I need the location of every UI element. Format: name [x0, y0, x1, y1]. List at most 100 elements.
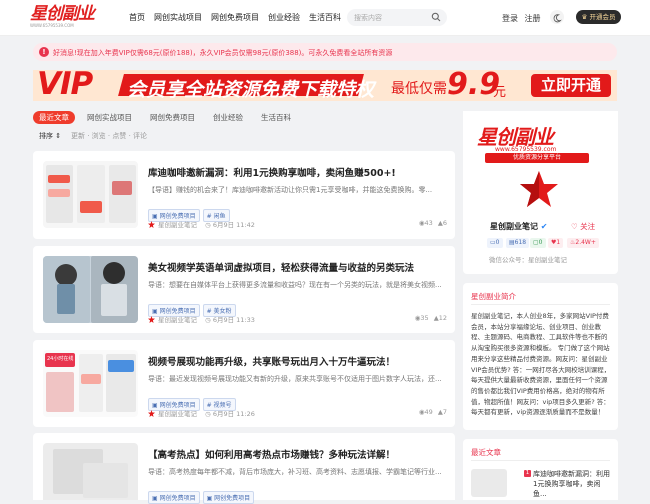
stat-value: 0 — [538, 239, 543, 246]
post-title[interactable]: 美女视频学英语单词虚拟项目，轻松获得流量与收益的另类玩法 — [148, 260, 414, 274]
post-likes: 12 — [438, 314, 447, 322]
tab-latest[interactable]: 最近文章 — [33, 111, 75, 124]
follow-button[interactable]: ♡ 关注 — [571, 221, 595, 232]
sort-dropdown[interactable]: 排序 ⇕ — [39, 131, 61, 141]
author-profile-card: 星创副业 www.65795539.com 优质资源分享平台 星创副业笔记 ✔ … — [463, 111, 618, 274]
tab-practice[interactable]: 网创实战项目 — [81, 111, 138, 124]
banner-price-unit: 元 — [493, 85, 507, 100]
stat-value: 618 — [514, 239, 527, 246]
post-excerpt: 导语：高考热度每年都不减，背后市场庞大，补习班、高考资料、志愿填报、学霸笔记等行… — [148, 468, 442, 476]
register-link[interactable]: 注册 — [525, 14, 541, 23]
nav-home[interactable]: 首页 — [129, 13, 145, 22]
latest-item-title[interactable]: 库迪咖啡邀新漏洞：利用1元换购享咖啡，卖闲鱼... — [533, 469, 613, 499]
post-title[interactable]: 库迪咖啡邀新漏洞：利用1元换购享咖啡，卖闲鱼赚500+! — [148, 165, 396, 179]
post-author[interactable]: 星创副业笔记 — [158, 221, 197, 229]
vip-open-button[interactable]: ♛ 开通会员 — [576, 10, 621, 24]
post-author[interactable]: 星创副业笔记 — [158, 316, 197, 324]
clock-icon: ◷ — [205, 221, 211, 229]
notice-bar: ! 好消息!现在加入年费VIP仅需68元(原价188)，永久VIP会员仅需98元… — [33, 43, 617, 61]
post-thumbnail[interactable]: 24小时在线 — [43, 350, 138, 417]
dark-mode-toggle[interactable] — [550, 10, 564, 24]
post-meta: 星创副业笔记 ◷ 6月9日 11:42 — [148, 219, 255, 229]
crown-icon: ♛ — [581, 13, 588, 21]
post-tag[interactable]: ▣ 网创免费项目 — [148, 491, 200, 504]
post-likes: 6 — [442, 219, 447, 227]
logo-text: 星创副业 — [30, 4, 95, 24]
post-thumbnail[interactable] — [43, 256, 138, 323]
alert-icon: ! — [39, 47, 49, 57]
post-date: 6月9日 11:26 — [212, 410, 255, 418]
vip-open-label: 开通会员 — [589, 13, 616, 21]
post-card[interactable]: 美女视频学英语单词虚拟项目，轻松获得流量与收益的另类玩法 导语：想要在自媒体平台… — [33, 246, 455, 333]
author-avatar-icon[interactable] — [148, 221, 155, 228]
top-header: 星创副业 WWW.65795539.COM 首页 网创实战项目 网创免费项目 创业经验… — [0, 0, 650, 36]
clock-icon: ◷ — [205, 316, 211, 324]
profile-name[interactable]: 星创副业笔记 ✔ — [490, 221, 548, 232]
tab-life[interactable]: 生活百科 — [255, 111, 297, 124]
sort-bar: 排序 ⇕ 更新 · 浏览 · 点赞 · 评论 — [33, 127, 455, 145]
stat-badge: ▭0 — [487, 238, 503, 248]
post-tag[interactable]: ▣ 网创免费项目 — [202, 491, 255, 504]
vip-banner[interactable]: VIP 会员享全站资源免费下载特权 最低仅需 9.9 元 立即开通 — [33, 70, 617, 101]
stat-value: 0 — [495, 239, 500, 246]
post-date: 6月9日 11:42 — [212, 221, 255, 229]
post-stats: ◉35 ▲12 — [415, 314, 447, 322]
login-link[interactable]: 登录 — [502, 14, 518, 23]
post-excerpt: 【导语】赚钱的机会来了！库迪咖啡邀新活动让你只需1元享受咖啡，并能这免费换购。零… — [148, 186, 433, 194]
tab-experience[interactable]: 创业经验 — [207, 111, 249, 124]
clock-icon: ◷ — [205, 410, 211, 418]
site-logo[interactable]: 星创副业 WWW.65795539.COM — [30, 5, 98, 29]
nav-practice[interactable]: 网创实战项目 — [154, 13, 202, 22]
profile-cover: 星创副业 www.65795539.com 优质资源分享平台 — [463, 111, 618, 211]
post-date: 6月9日 11:33 — [212, 316, 255, 324]
post-views: 43 — [424, 219, 433, 227]
star-logo-icon — [520, 171, 558, 207]
post-thumbnail[interactable] — [43, 161, 138, 228]
verified-icon: ✔ — [540, 222, 548, 231]
profile-official-account: 微信公众号：星创副业笔记 — [489, 256, 567, 264]
post-meta: 星创副业笔记 ◷ 6月9日 11:33 — [148, 314, 255, 324]
latest-thumbnail[interactable] — [471, 469, 507, 497]
banner-open-button[interactable]: 立即开通 — [531, 74, 611, 97]
stat-badge: ▢0 — [530, 238, 546, 248]
post-thumbnail[interactable] — [43, 443, 138, 500]
intro-text: 星创副业笔记，本人创业8年，多家网站VIP付费会员，本站分享福缘论坛、创业项目、… — [471, 312, 611, 417]
profile-slogan: 优质资源分享平台 — [485, 153, 589, 163]
nav-experience[interactable]: 创业经验 — [268, 13, 300, 22]
stat-value: 1 — [556, 239, 561, 246]
search-input[interactable]: 搜索内容 — [347, 9, 447, 26]
sort-options[interactable]: 更新 · 浏览 · 点赞 · 评论 — [71, 131, 147, 141]
post-tag-label: 网创免费项目 — [159, 495, 196, 502]
post-card[interactable]: 库迪咖啡邀新漏洞：利用1元换购享咖啡，卖闲鱼赚500+! 【导语】赚钱的机会来了… — [33, 151, 455, 239]
heart-icon: ♡ — [571, 222, 578, 231]
post-tags: ▣ 网创免费项目 ▣ 网创免费项目 — [148, 485, 257, 504]
latest-posts-widget: 最近文章 1 库迪咖啡邀新漏洞：利用1元换购享咖啡，卖闲鱼... — [463, 439, 618, 500]
nav-life[interactable]: 生活百科 — [309, 13, 341, 22]
nav-free[interactable]: 网创免费项目 — [211, 13, 259, 22]
post-views: 35 — [420, 314, 429, 322]
search-icon[interactable] — [431, 12, 441, 22]
post-meta: 星创副业笔记 ◷ 6月9日 11:26 — [148, 408, 255, 418]
profile-name-text: 星创副业笔记 — [490, 222, 538, 231]
post-excerpt: 导语：想要在自媒体平台上获得更多流量和收益吗？现在有一个另类的玩法，就是将美女视… — [148, 281, 442, 289]
tab-free[interactable]: 网创免费项目 — [144, 111, 201, 124]
site-intro-widget: 星创副业简介 星创副业笔记，本人创业8年，多家网站VIP付费会员，本站分享福缘论… — [463, 283, 618, 430]
post-title[interactable]: 【高考热点】如何利用高考热点市场赚钱？多种玩法详解！ — [148, 447, 395, 461]
author-avatar-icon[interactable] — [148, 316, 155, 323]
post-title[interactable]: 视频号展现功能再升级，共享账号玩出月入十万牛逼玩法！ — [148, 354, 395, 368]
post-views: 49 — [424, 408, 433, 416]
post-stats: ◉43 ▲6 — [419, 219, 447, 227]
author-avatar-icon[interactable] — [148, 410, 155, 417]
follow-label: 关注 — [580, 222, 596, 231]
profile-url: www.65795539.com — [495, 146, 557, 153]
post-card[interactable]: 【高考热点】如何利用高考热点市场赚钱？多种玩法详解！ 导语：高考热度每年都不减，… — [33, 433, 455, 504]
category-tabs: 最近文章 网创实战项目 网创免费项目 创业经验 生活百科 — [33, 111, 303, 124]
intro-title: 星创副业简介 — [471, 292, 516, 301]
post-tag-label: 网创免费项目 — [214, 495, 251, 502]
banner-vip-text: VIP — [37, 70, 93, 101]
divider — [471, 460, 610, 461]
post-card[interactable]: 24小时在线 视频号展现功能再升级，共享账号玩出月入十万牛逼玩法！ 导语：最近发… — [33, 340, 455, 427]
post-excerpt: 导语：最近发现视频号展现功能又有新的升级，原来共享账号不仅适用于图片数字人玩法，… — [148, 375, 442, 383]
banner-low-price-label: 最低仅需 — [391, 81, 447, 97]
post-author[interactable]: 星创副业笔记 — [158, 410, 197, 418]
